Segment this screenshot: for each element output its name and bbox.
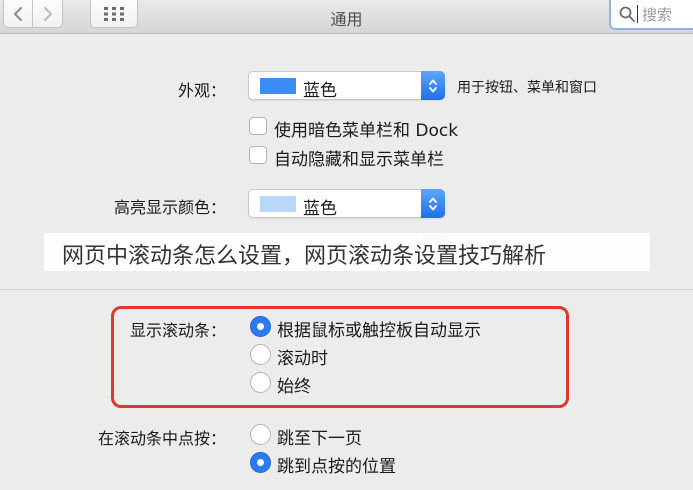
chevron-up-down-icon [429, 197, 437, 210]
appearance-value: 蓝色 [303, 81, 337, 101]
appearance-hint: 用于按钮、菜单和窗口 [457, 80, 597, 96]
radio-auto-label: 根据鼠标或触控板自动显示 [277, 321, 481, 341]
radio-when-scrolling-label: 滚动时 [277, 349, 328, 369]
radio-auto[interactable] [250, 316, 271, 337]
window-title: 通用 [330, 10, 363, 29]
color-swatch [260, 196, 296, 212]
radio-when-scrolling[interactable] [250, 344, 271, 365]
show-scrollbars-label: 显示滚动条： [129, 321, 226, 340]
click-scrollbar-label: 在滚动条中点按： [97, 429, 226, 448]
chevron-up-down-icon [429, 79, 437, 92]
radio-always[interactable] [250, 372, 271, 393]
window-toolbar: 通用 搜索 [0, 0, 693, 34]
highlight-color-value: 蓝色 [303, 199, 337, 219]
search-placeholder: 搜索 [642, 5, 673, 24]
dark-menu-label: 使用暗色菜单栏和 Dock [274, 121, 459, 141]
section-divider [0, 289, 693, 290]
radio-next-page[interactable] [250, 424, 271, 445]
highlight-color-label: 高亮显示颜色： [113, 198, 226, 217]
search-field[interactable]: 搜索 [609, 0, 693, 30]
color-swatch [260, 78, 296, 94]
dark-menu-checkbox[interactable] [249, 117, 267, 135]
radio-next-page-label: 跳至下一页 [277, 429, 362, 449]
appearance-label: 外观： [177, 81, 226, 100]
popup-stepper [421, 189, 445, 218]
appearance-popup[interactable]: 蓝色 [248, 71, 445, 101]
caption-text: 网页中滚动条怎么设置，网页滚动条设置技巧解析 [62, 244, 547, 269]
autohide-menu-label: 自动隐藏和显示菜单栏 [274, 150, 444, 170]
popup-stepper [421, 71, 445, 100]
radio-clicked-spot[interactable] [250, 452, 271, 473]
autohide-menu-checkbox[interactable] [249, 146, 267, 164]
search-icon [619, 6, 635, 22]
radio-always-label: 始终 [277, 377, 311, 397]
radio-clicked-spot-label: 跳到点按的位置 [277, 457, 396, 477]
highlight-color-popup[interactable]: 蓝色 [248, 189, 445, 219]
text-caret [637, 5, 638, 23]
